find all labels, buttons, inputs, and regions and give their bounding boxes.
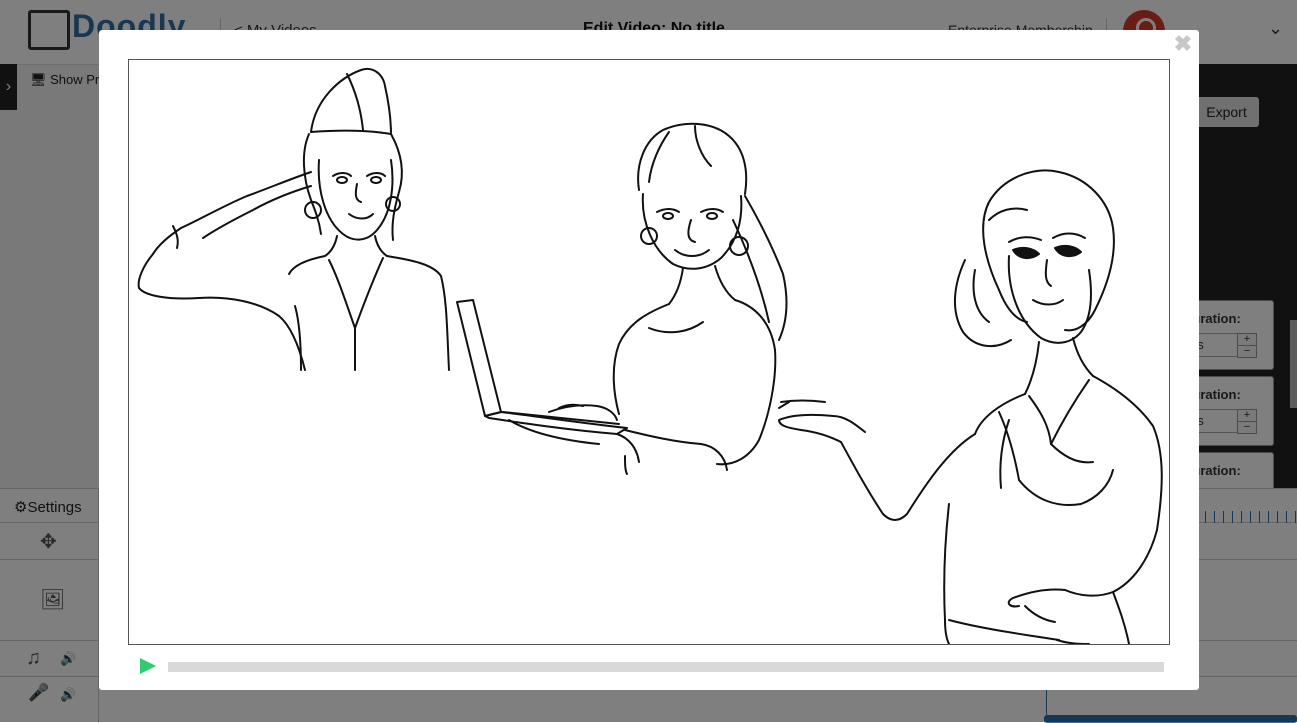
presenting-woman-drawing	[778, 169, 1163, 644]
scene-illustration	[137, 68, 1163, 644]
saluting-woman-drawing	[137, 68, 450, 371]
close-icon[interactable]: ✖	[1172, 33, 1194, 55]
play-icon[interactable]	[139, 658, 157, 674]
preview-modal: ✖	[99, 30, 1199, 690]
video-preview-canvas	[128, 59, 1170, 645]
laptop-woman-drawing	[456, 122, 788, 475]
playback-progress-bar[interactable]	[168, 662, 1164, 672]
